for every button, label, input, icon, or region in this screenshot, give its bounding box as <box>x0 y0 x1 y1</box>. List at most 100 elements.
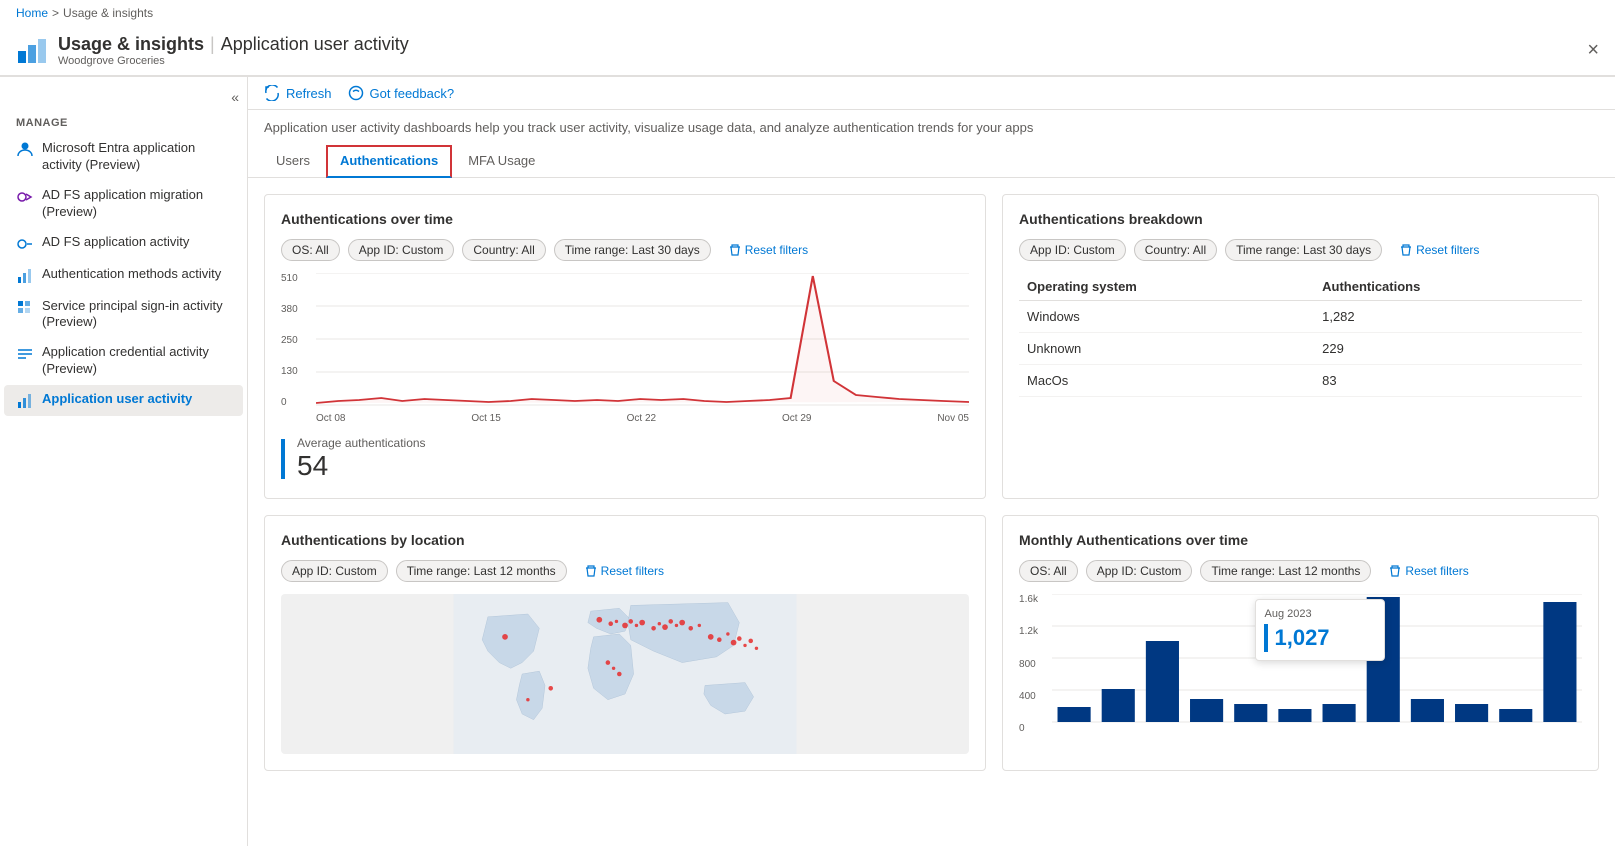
tooltip-indicator <box>1264 624 1268 652</box>
loc-filter-time[interactable]: Time range: Last 12 months <box>396 560 567 582</box>
person-icon <box>16 141 34 159</box>
sidebar-collapse-btn[interactable]: « <box>231 89 239 105</box>
lines-icon <box>16 345 34 363</box>
y-label-800: 800 <box>1019 659 1052 670</box>
x-label-nov05: Nov 05 <box>937 413 969 424</box>
sidebar-item-label: Application user activity <box>42 391 192 408</box>
x-labels: Oct 08 Oct 15 Oct 22 Oct 29 Nov 05 <box>316 413 969 424</box>
tab-mfa-usage[interactable]: MFA Usage <box>456 145 547 178</box>
sidebar-item-app-credential[interactable]: Application credential activity (Preview… <box>4 338 243 384</box>
filter-reset-btn[interactable]: Reset filters <box>719 239 818 261</box>
breakdown-table: Operating system Authentications Windows… <box>1019 273 1582 397</box>
sidebar-item-label: Microsoft Entra application activity (Pr… <box>42 140 231 174</box>
sidebar-item-label: Application credential activity (Preview… <box>42 344 231 378</box>
breakdown-filters: App ID: Custom Country: All Time range: … <box>1019 239 1582 261</box>
y-label-380: 380 <box>281 304 316 315</box>
x-label-oct22: Oct 22 <box>627 413 656 424</box>
sidebar-item-label: AD FS application activity <box>42 234 189 251</box>
grid-icon <box>16 299 34 317</box>
loc-filter-appid[interactable]: App ID: Custom <box>281 560 388 582</box>
auth-methods-icon <box>16 267 34 285</box>
avg-value: 54 <box>297 450 426 482</box>
chart2-icon <box>16 392 34 410</box>
mo-filter-time[interactable]: Time range: Last 12 months <box>1200 560 1371 582</box>
loc-reset-icon <box>585 565 597 577</box>
sidebar-item-label: AD FS application migration (Preview) <box>42 187 231 221</box>
col-os-header: Operating system <box>1019 273 1314 301</box>
sidebar-item-ms-entra[interactable]: Microsoft Entra application activity (Pr… <box>4 134 243 180</box>
auth-breakdown-card: Authentications breakdown App ID: Custom… <box>1002 194 1599 499</box>
filter-country-all[interactable]: Country: All <box>462 239 545 261</box>
auth-windows: 1,282 <box>1314 301 1582 333</box>
mo-filter-reset[interactable]: Reset filters <box>1379 560 1478 582</box>
tooltip-value-display: 1,027 <box>1264 624 1376 652</box>
breadcrumb-home[interactable]: Home <box>16 6 48 20</box>
filter-appid-custom[interactable]: App ID: Custom <box>348 239 455 261</box>
loc-filter-reset[interactable]: Reset filters <box>575 560 674 582</box>
tooltip-value: 1,027 <box>1274 625 1329 651</box>
monthly-auth-card: Monthly Authentications over time OS: Al… <box>1002 515 1599 771</box>
chart-tooltip: Aug 2023 1,027 <box>1255 599 1385 661</box>
y-label-250: 250 <box>281 335 316 346</box>
filter-reset-icon <box>729 244 741 256</box>
map-svg <box>281 594 969 754</box>
page-header: Usage & insights | Application user acti… <box>0 26 1615 76</box>
bd-reset-icon <box>1400 244 1412 256</box>
os-macos: MacOs <box>1019 365 1314 397</box>
sidebar-item-service-principal[interactable]: Service principal sign-in activity (Prev… <box>4 292 243 338</box>
sidebar-item-adfs-activity[interactable]: AD FS application activity <box>4 228 243 259</box>
refresh-label: Refresh <box>286 86 332 101</box>
main-toolbar: Refresh Got feedback? <box>248 77 1615 110</box>
monthly-filters: OS: All App ID: Custom Time range: Last … <box>1019 560 1582 582</box>
location-filters: App ID: Custom Time range: Last 12 month… <box>281 560 969 582</box>
avg-section: Average authentications 54 <box>281 436 969 482</box>
content-area: Authentications over time OS: All App ID… <box>248 178 1615 803</box>
auth-by-location-title: Authentications by location <box>281 532 969 548</box>
y-label-0-monthly: 0 <box>1019 723 1052 734</box>
mo-filter-os[interactable]: OS: All <box>1019 560 1078 582</box>
y-label-400: 400 <box>1019 691 1052 702</box>
page-title-main: Usage & insights <box>58 34 204 55</box>
sidebar-item-label: Service principal sign-in activity (Prev… <box>42 298 231 332</box>
y-label-130: 130 <box>281 366 316 377</box>
auth-over-time-card: Authentications over time OS: All App ID… <box>264 194 986 499</box>
org-name: Woodgrove Groceries <box>58 55 409 67</box>
sidebar-item-label: Authentication methods activity <box>42 266 221 283</box>
tooltip-month: Aug 2023 <box>1264 608 1376 620</box>
bd-filter-time[interactable]: Time range: Last 30 days <box>1225 239 1382 261</box>
page-description: Application user activity dashboards hel… <box>248 110 1615 145</box>
adfs-migration-icon <box>16 188 34 206</box>
os-windows: Windows <box>1019 301 1314 333</box>
breadcrumb-separator: > <box>52 6 59 20</box>
line-chart-svg <box>316 273 969 408</box>
sidebar: « Manage Microsoft Entra application act… <box>0 77 248 846</box>
filter-os-all[interactable]: OS: All <box>281 239 340 261</box>
mo-reset-icon <box>1389 565 1401 577</box>
table-row: MacOs 83 <box>1019 365 1582 397</box>
sidebar-item-adfs-migration[interactable]: AD FS application migration (Preview) <box>4 181 243 227</box>
page-title-separator: | <box>210 34 215 55</box>
refresh-button[interactable]: Refresh <box>264 85 332 101</box>
os-unknown: Unknown <box>1019 333 1314 365</box>
x-label-oct29: Oct 29 <box>782 413 811 424</box>
table-row: Windows 1,282 <box>1019 301 1582 333</box>
main-content: Refresh Got feedback? Application user a… <box>248 77 1615 846</box>
auth-over-time-filters: OS: All App ID: Custom Country: All Time… <box>281 239 969 261</box>
x-label-oct08: Oct 08 <box>316 413 345 424</box>
bd-filter-country[interactable]: Country: All <box>1134 239 1217 261</box>
bd-filter-reset[interactable]: Reset filters <box>1390 239 1489 261</box>
feedback-button[interactable]: Got feedback? <box>348 85 455 101</box>
sidebar-item-auth-methods[interactable]: Authentication methods activity <box>4 260 243 291</box>
mo-filter-appid[interactable]: App ID: Custom <box>1086 560 1193 582</box>
close-button[interactable]: × <box>1587 39 1599 62</box>
breadcrumb: Home > Usage & insights <box>0 0 1615 26</box>
cards-row-2: Authentications by location App ID: Cust… <box>264 515 1599 771</box>
sidebar-item-app-user-activity[interactable]: Application user activity <box>4 385 243 416</box>
refresh-icon <box>264 85 280 101</box>
auth-by-location-card: Authentications by location App ID: Cust… <box>264 515 986 771</box>
bd-filter-appid[interactable]: App ID: Custom <box>1019 239 1126 261</box>
filter-time-range[interactable]: Time range: Last 30 days <box>554 239 711 261</box>
tab-authentications[interactable]: Authentications <box>326 145 452 178</box>
bar-chart: 0 400 800 1.2k 1.6k <box>1019 594 1582 734</box>
tab-users[interactable]: Users <box>264 145 322 178</box>
